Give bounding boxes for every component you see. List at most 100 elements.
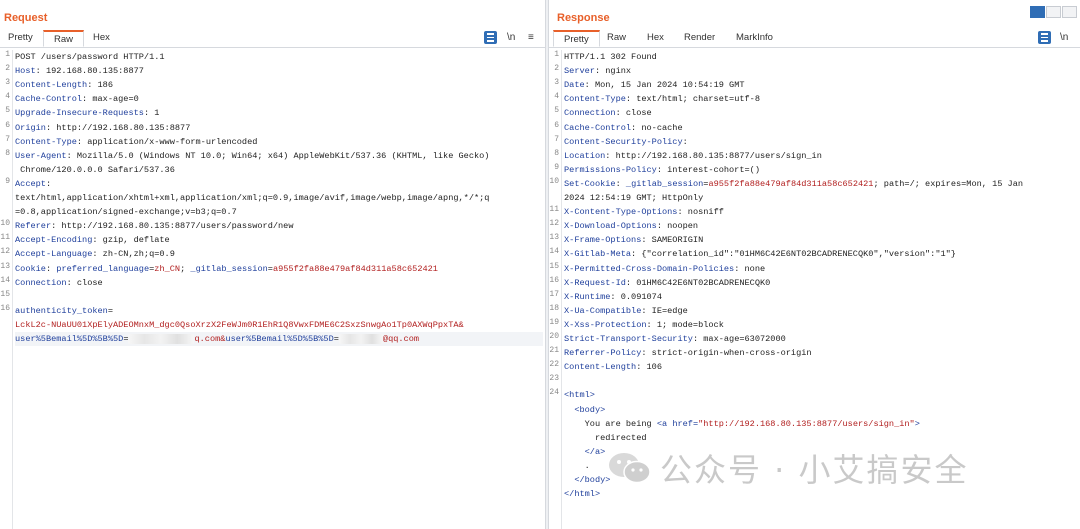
code-line: Origin: http://192.168.80.135:8877 xyxy=(15,121,543,135)
line-number: 1 xyxy=(5,50,10,59)
code-line: redirected xyxy=(564,431,1078,445)
code-token: Content-Security-Policy xyxy=(564,136,683,147)
code-token: : 0.091074 xyxy=(610,291,662,302)
code-token: Referrer-Policy xyxy=(564,348,642,359)
code-line: POST /users/password HTTP/1.1 xyxy=(15,50,543,64)
watermark: 公众号 · 小艾搞安全 xyxy=(608,448,969,489)
code-token: @qq.com xyxy=(382,334,420,344)
redacted-text xyxy=(338,333,383,344)
code-line: You are being <a href="http://192.168.80… xyxy=(564,417,1078,431)
code-token: : none xyxy=(734,263,766,274)
code-token: : nosniff xyxy=(677,207,724,218)
code-line: Content-Security-Policy: xyxy=(564,135,1078,149)
code-token: X-Xss-Protection xyxy=(564,319,647,330)
line-number: 13 xyxy=(549,233,559,243)
code-token: X-Permitted-Cross-Domain-Policies xyxy=(564,263,735,274)
code-token: preferred_language xyxy=(56,263,150,274)
line-number: 16 xyxy=(0,303,10,313)
tab-raw[interactable]: Raw xyxy=(607,32,626,43)
line-number: 7 xyxy=(554,134,559,144)
wechat-icon xyxy=(608,451,652,485)
code-token: : xyxy=(45,263,57,274)
split-horizontal-icon[interactable] xyxy=(1030,6,1045,18)
code-token: a955f2fa88e479af84d311a58c652421 xyxy=(708,178,874,189)
tab-pretty[interactable]: Pretty xyxy=(8,32,33,43)
code-token: Permissions-Policy xyxy=(564,164,657,175)
code-token: Upgrade-Insecure-Requests xyxy=(15,108,144,119)
code-line: X-Runtime: 0.091074 xyxy=(564,290,1078,304)
tab-raw[interactable]: Raw xyxy=(43,30,85,47)
line-number: 4 xyxy=(5,92,10,102)
code-token: User-Agent xyxy=(15,150,67,161)
redacted-text xyxy=(128,333,195,344)
code-line: Content-Type: text/html; charset=utf-8 xyxy=(564,92,1078,106)
code-token: Host xyxy=(15,66,36,77)
code-line: <body> xyxy=(564,403,1078,417)
code-token: : xyxy=(45,178,52,189)
response-title: Response xyxy=(557,12,610,24)
code-token: authenticity_token xyxy=(15,305,108,316)
request-editor[interactable]: 1 POST /users/password HTTP/1.1 2 Host: 192… xyxy=(0,50,545,529)
line-number: 2 xyxy=(554,64,559,74)
code-token: : nginx xyxy=(594,66,632,77)
code-line: Accept-Encoding: gzip, deflate xyxy=(15,233,543,247)
tab-pretty[interactable]: Pretty xyxy=(553,30,600,47)
code-token: zh_CN xyxy=(154,263,181,274)
line-number: 4 xyxy=(554,92,559,102)
code-token: X-Runtime xyxy=(564,291,611,302)
code-token: X-Ua-Compatible xyxy=(564,305,642,316)
single-pane-icon[interactable] xyxy=(1062,6,1077,18)
newline-toggle-icon[interactable]: \n xyxy=(507,31,515,44)
code-token: : close xyxy=(66,277,103,288)
wrap-icon[interactable] xyxy=(484,31,497,44)
tab-hex[interactable]: Hex xyxy=(647,32,664,43)
code-token: : 186 xyxy=(87,80,113,91)
code-token: : zh-CN,zh;q=0.9 xyxy=(92,249,175,260)
code-token: . xyxy=(564,460,590,471)
code-line: Strict-Transport-Security: max-age=63072… xyxy=(564,332,1078,346)
code-token: Origin xyxy=(15,122,46,133)
code-token: : 1 xyxy=(143,108,160,119)
line-number: 18 xyxy=(549,303,559,313)
line-number: 11 xyxy=(549,205,559,215)
code-token: Strict-Transport-Security xyxy=(564,334,693,344)
code-token: Referer xyxy=(15,221,52,232)
code-token: : IE=edge xyxy=(641,305,688,316)
code-token: ; path=/; expires=Mon, 15 Jan xyxy=(873,178,1024,189)
code-token: Location xyxy=(564,150,606,161)
code-token: HTTP/1.1 302 Found xyxy=(564,52,657,62)
code-line: Upgrade-Insecure-Requests: 1 xyxy=(15,106,543,120)
code-token: </a> xyxy=(584,446,606,457)
line-number: 20 xyxy=(549,332,559,341)
code-line: Server: nginx xyxy=(564,64,1078,78)
menu-icon[interactable]: ≡ xyxy=(528,31,534,44)
split-vertical-icon[interactable] xyxy=(1046,6,1061,18)
code-token: POST /users/password HTTP/1.1 xyxy=(15,52,165,62)
code-line: Content-Length: 106 xyxy=(564,360,1078,374)
code-line: HTTP/1.1 302 Found xyxy=(564,50,1078,64)
code-line: Connection: close xyxy=(15,276,543,290)
code-token: : http://192.168.80.135:8877/users/passw… xyxy=(51,221,294,232)
line-number: 15 xyxy=(0,289,10,299)
code-token: Content-Type xyxy=(15,136,77,147)
response-tabs: Pretty Raw Hex Render MarkInfo xyxy=(549,30,1080,48)
code-line: User-Agent: Mozilla/5.0 (Windows NT 10.0… xyxy=(15,149,543,163)
code-token: Accept-Encoding xyxy=(15,235,93,246)
tab-hex[interactable]: Hex xyxy=(93,32,110,43)
code-line: X-Xss-Protection: 1; mode=block xyxy=(564,318,1078,332)
tab-markinfo[interactable]: MarkInfo xyxy=(736,32,773,43)
code-line: X-Content-Type-Options: nosniff xyxy=(564,205,1078,219)
wrap-icon[interactable] xyxy=(1038,31,1051,44)
code-token: a955f2fa88e479af84d311a58c652421 xyxy=(272,263,438,274)
code-line: Cache-Control: max-age=0 xyxy=(15,92,543,106)
code-token: Cache-Control xyxy=(564,122,632,133)
newline-toggle-icon[interactable]: \n xyxy=(1060,31,1068,44)
code-token: : xyxy=(682,136,688,147)
line-number: 24 xyxy=(549,388,559,398)
layout-toggle[interactable] xyxy=(1030,6,1077,18)
tab-render[interactable]: Render xyxy=(684,32,715,43)
code-line: Referer: http://192.168.80.135:8877/user… xyxy=(15,219,543,233)
